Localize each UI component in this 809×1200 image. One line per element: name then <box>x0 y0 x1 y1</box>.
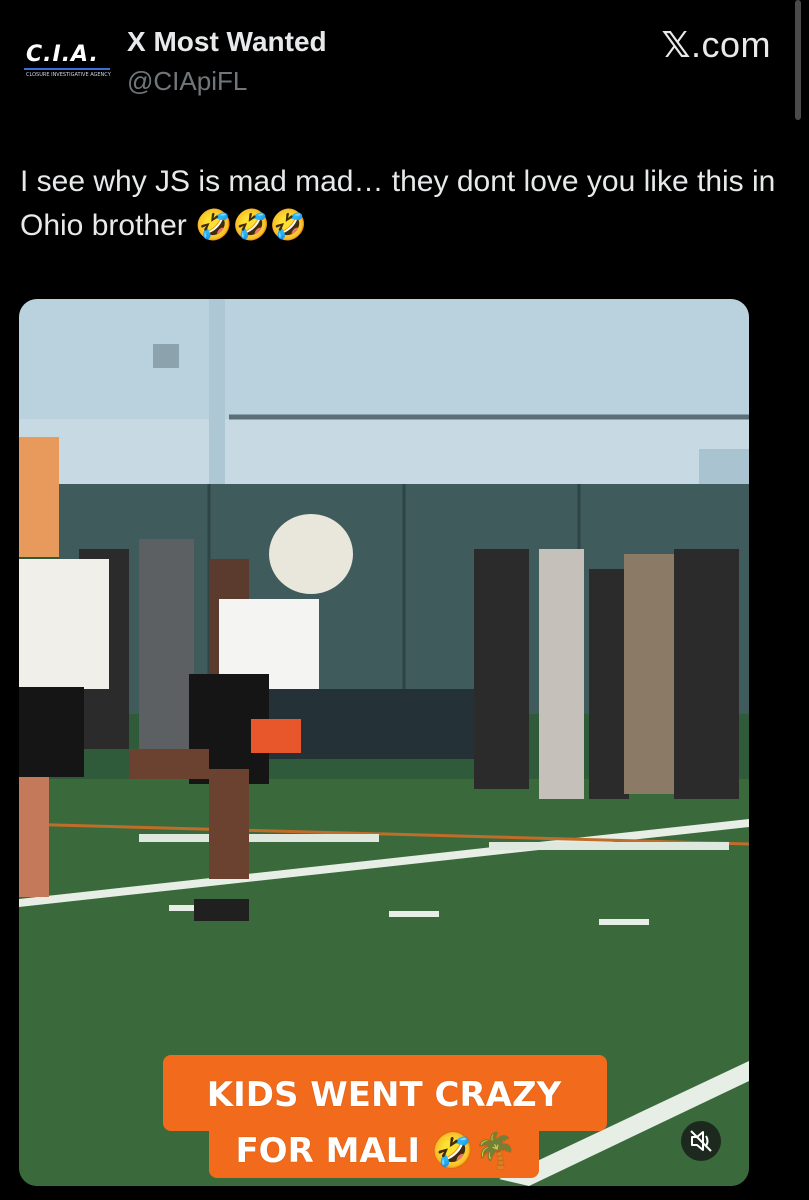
brand-label: .com <box>690 24 771 65</box>
video-player[interactable]: KIDS WENT CRAZY FOR MALI 🤣🌴 <box>19 299 749 1186</box>
author-display-name[interactable]: X Most Wanted <box>127 26 327 58</box>
avatar-logo-bar <box>24 68 110 70</box>
x-logo-icon: 𝕏 <box>661 25 691 66</box>
author-handle[interactable]: @CIApiFL <box>127 66 247 97</box>
scrollbar[interactable] <box>795 0 801 120</box>
tweet-header: C.I.A. CLOSURE INVESTIGATIVE AGENCY X Mo… <box>0 0 809 120</box>
x-brand-logo[interactable]: 𝕏.com <box>661 24 771 66</box>
muted-speaker-icon <box>690 1130 712 1152</box>
avatar-logo-text: C.I.A. <box>26 42 99 67</box>
video-frame-illustration <box>19 299 749 1186</box>
mute-button[interactable] <box>681 1121 721 1161</box>
tweet-text: I see why JS is mad mad… they dont love … <box>20 165 776 242</box>
video-caption-line2: FOR MALI 🤣🌴 <box>235 1131 517 1171</box>
author-avatar[interactable]: C.I.A. CLOSURE INVESTIGATIVE AGENCY <box>22 38 112 84</box>
video-caption-line1: KIDS WENT CRAZY <box>206 1075 562 1115</box>
avatar-logo-subtext: CLOSURE INVESTIGATIVE AGENCY <box>26 72 111 78</box>
